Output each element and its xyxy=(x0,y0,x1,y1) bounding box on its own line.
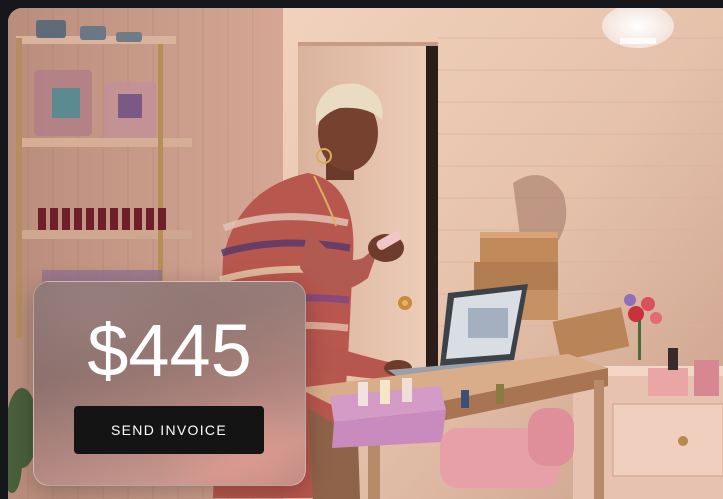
invoice-amount: $445 xyxy=(87,309,252,392)
invoice-card: $445 SEND INVOICE xyxy=(33,281,306,486)
send-invoice-button[interactable]: SEND INVOICE xyxy=(74,406,264,454)
